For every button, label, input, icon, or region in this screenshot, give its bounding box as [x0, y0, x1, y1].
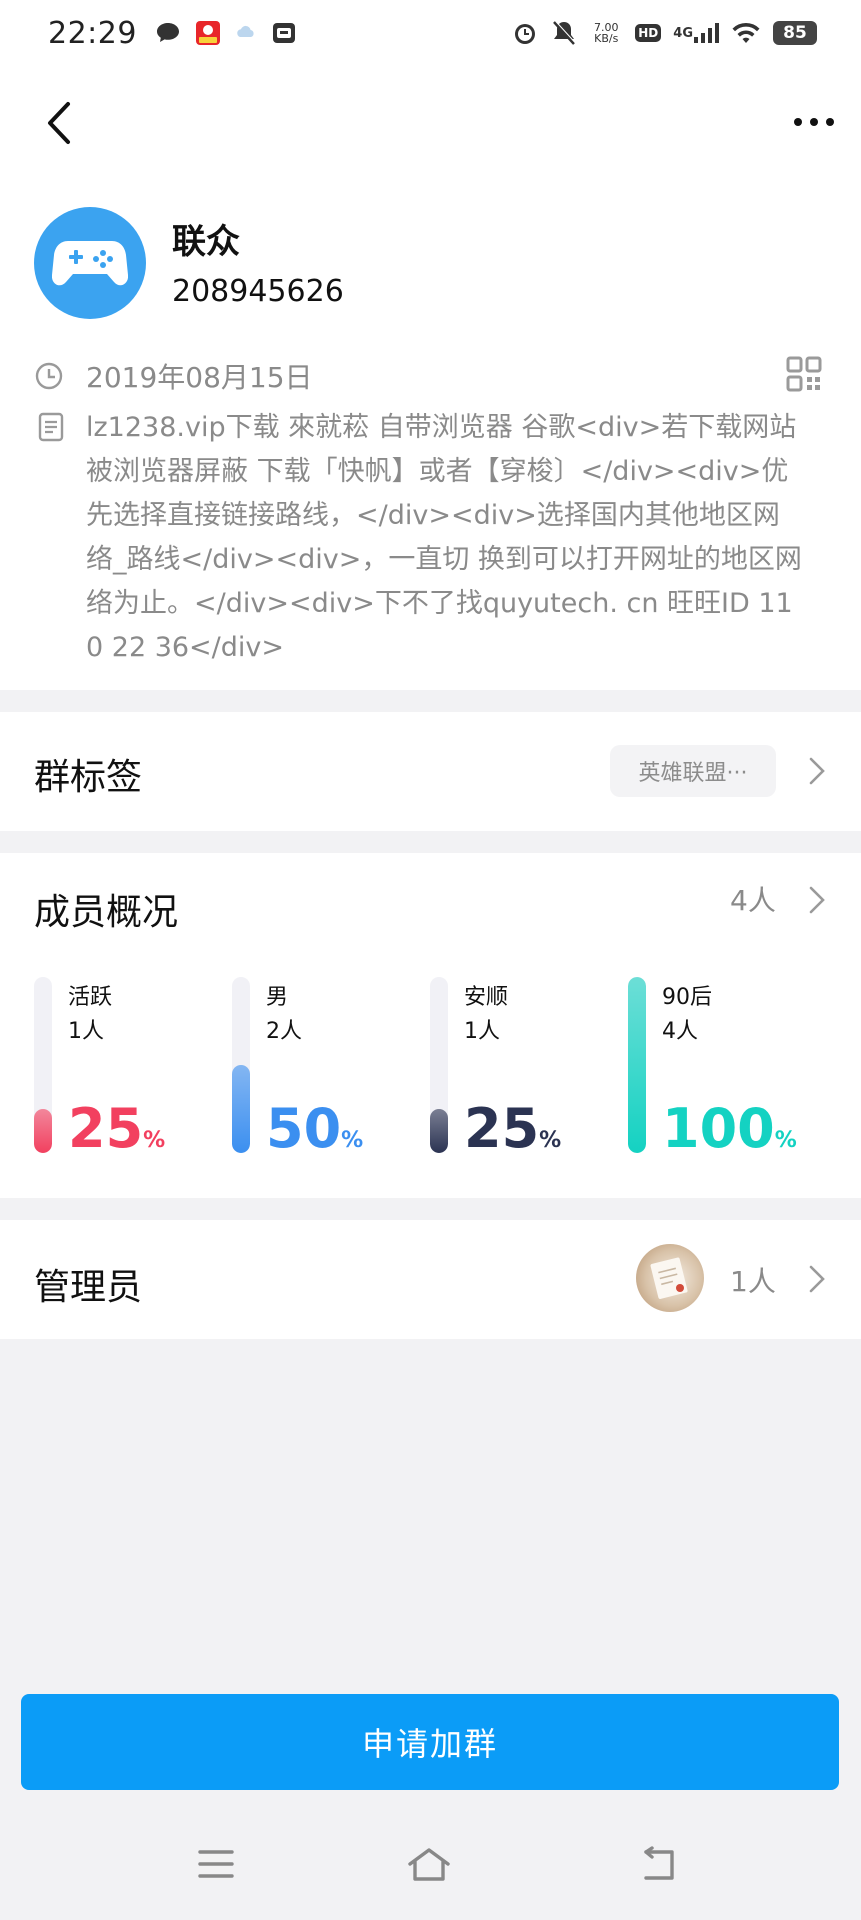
- system-nav-bar: [0, 1808, 861, 1920]
- group-tags-row[interactable]: 群标签 英雄联盟···: [0, 712, 861, 831]
- chevron-right-icon: [809, 757, 825, 785]
- stat-bar-fill: [430, 1109, 448, 1153]
- stat-bar-track: [232, 977, 250, 1153]
- stat-percent: 25%: [68, 1101, 165, 1169]
- alarm-icon: [511, 19, 539, 47]
- back-icon: [644, 1846, 674, 1880]
- stat-bar-track: [34, 977, 52, 1153]
- taobao-app-icon: [195, 20, 221, 46]
- more-button[interactable]: [790, 110, 838, 134]
- stat-bar-fill: [628, 977, 646, 1153]
- stat-percent-value: 100: [662, 1097, 775, 1160]
- group-info-section: 联众 208945626 2019年08月15日 lz1238.vip下载 來就…: [0, 66, 861, 690]
- stat-count: 2人: [266, 1019, 302, 1044]
- chevron-left-icon: [48, 102, 70, 144]
- stat-male: 男 2人 50%: [232, 977, 422, 1157]
- stat-count: 1人: [68, 1019, 104, 1044]
- stat-count: 4人: [662, 1019, 698, 1044]
- weather-app-icon: [235, 22, 257, 44]
- admin-row[interactable]: 管理员 1人: [0, 1220, 861, 1339]
- stat-percent-sign: %: [539, 1128, 562, 1153]
- gamepad-icon: [52, 241, 128, 286]
- stat-percent-sign: %: [341, 1128, 364, 1153]
- hd-badge: HD: [635, 24, 662, 42]
- stat-label: 活跃: [68, 985, 113, 1010]
- mute-icon: [551, 19, 577, 47]
- notification-icons: [155, 20, 297, 46]
- admin-count: 1人: [730, 1265, 776, 1298]
- signal-icon: 4G: [673, 22, 719, 44]
- clock-icon: [35, 362, 63, 390]
- stat-count: 1人: [464, 1019, 500, 1044]
- nav-bar: [0, 66, 861, 174]
- group-tags-title: 群标签: [34, 757, 143, 798]
- admin-avatar[interactable]: [636, 1244, 704, 1312]
- group-id: 208945626: [172, 274, 344, 309]
- stat-bar-fill: [34, 1109, 52, 1153]
- members-count[interactable]: 4人: [730, 879, 776, 919]
- tag-pill[interactable]: 英雄联盟···: [610, 745, 776, 797]
- stat-region: 安顺 1人 25%: [430, 977, 620, 1157]
- document-icon: [38, 412, 64, 442]
- menu-button[interactable]: [196, 1846, 236, 1882]
- system-back-button[interactable]: [638, 1846, 678, 1882]
- stat-percent-value: 25: [68, 1097, 144, 1160]
- stat-bar-track: [628, 977, 646, 1153]
- system-status-icons: 7.00 KB/s HD 4G 85: [511, 19, 817, 47]
- qr-code-icon: [786, 356, 822, 392]
- network-speed-unit: KB/s: [594, 32, 619, 45]
- stat-age: 90后 4人 100%: [628, 977, 818, 1157]
- stat-percent-value: 25: [464, 1097, 540, 1160]
- stat-active: 活跃 1人 25%: [34, 977, 224, 1157]
- group-description: lz1238.vip下载 來就菘 自带浏览器 谷歌<div>若下载网站被浏览器屏…: [86, 412, 802, 663]
- chevron-right-icon: [809, 1265, 825, 1293]
- stat-label: 安顺: [464, 985, 509, 1010]
- home-icon: [408, 1848, 450, 1881]
- status-bar: 22:29 7.00 KB/s HD 4G 85: [0, 0, 861, 66]
- created-date: 2019年08月15日: [86, 361, 313, 394]
- stat-percent-sign: %: [774, 1128, 797, 1153]
- box-app-icon: [271, 20, 297, 46]
- join-group-button[interactable]: 申请加群: [21, 1694, 839, 1790]
- stat-bar-track: [430, 977, 448, 1153]
- back-button[interactable]: [40, 98, 80, 148]
- stat-percent: 100%: [662, 1101, 797, 1169]
- admin-title: 管理员: [34, 1267, 143, 1308]
- admin-avatar-image: [650, 1257, 688, 1299]
- stat-label: 男: [266, 985, 289, 1010]
- group-name: 联众: [172, 222, 240, 262]
- menu-icon: [198, 1850, 234, 1878]
- battery-icon: 85: [773, 21, 817, 45]
- stat-label: 90后: [662, 985, 712, 1010]
- network-speed: 7.00 KB/s: [589, 22, 623, 44]
- status-time: 22:29: [48, 15, 137, 51]
- network-type: 4G: [673, 25, 693, 41]
- chat-bubble-icon: [155, 21, 181, 45]
- created-date-row: 2019年08月15日: [34, 356, 313, 396]
- stat-bar-fill: [232, 1065, 250, 1153]
- stat-percent: 50%: [266, 1101, 363, 1169]
- members-overview-title: 成员概况: [34, 892, 179, 933]
- stat-percent-value: 50: [266, 1097, 342, 1160]
- stat-percent-sign: %: [143, 1128, 166, 1153]
- more-dots-icon: [794, 118, 834, 126]
- wifi-icon: [731, 21, 761, 45]
- home-button[interactable]: [406, 1846, 452, 1882]
- members-overview: 成员概况 4人 活跃 1人 25% 男 2人 50% 安顺 1人 25% 90后…: [0, 853, 861, 1198]
- group-avatar[interactable]: [34, 207, 146, 319]
- stat-percent: 25%: [464, 1101, 561, 1169]
- chevron-right-icon[interactable]: [808, 885, 826, 915]
- qr-code-button[interactable]: [786, 356, 822, 392]
